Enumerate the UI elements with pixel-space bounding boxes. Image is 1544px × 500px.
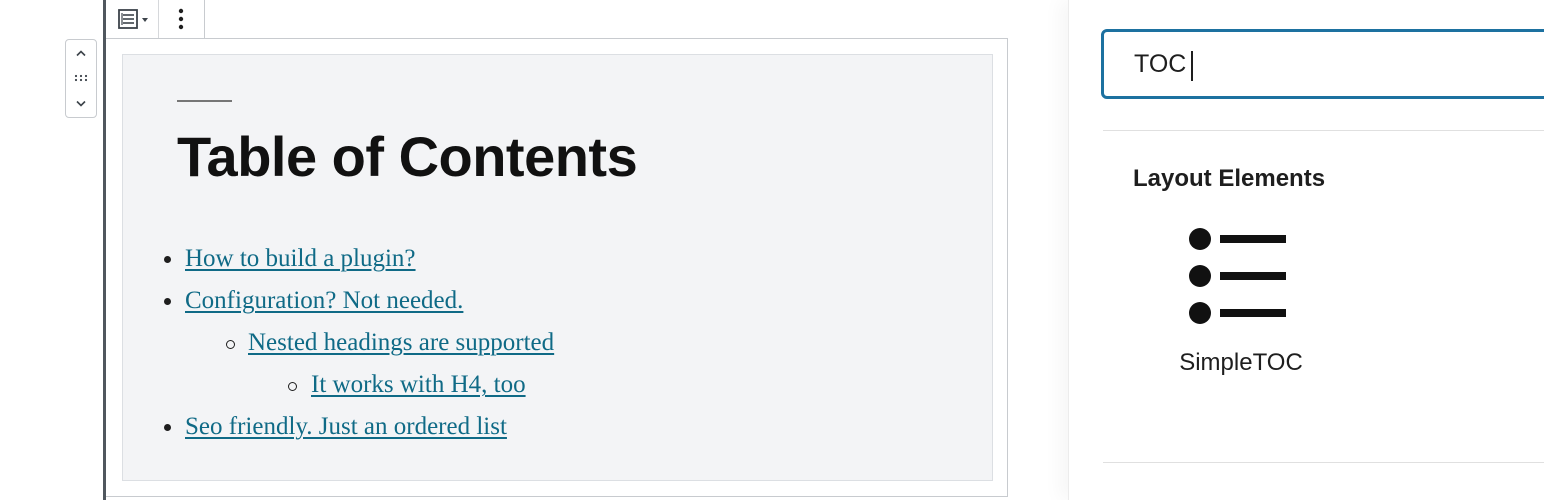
toc-list-item: Seo friendly. Just an ordered list	[164, 412, 507, 442]
block-inserter-panel: Layout Elements SimpleTOC	[1068, 0, 1544, 500]
chevron-down-icon	[76, 100, 86, 107]
toc-link[interactable]: Seo friendly. Just an ordered list	[185, 413, 507, 440]
block-search-input[interactable]	[1134, 44, 1434, 84]
table-of-contents-icon	[118, 9, 148, 29]
toc-link[interactable]: It works with H4, too	[311, 371, 526, 398]
block-search-box[interactable]	[1101, 29, 1544, 99]
block-toolbar	[106, 0, 205, 39]
block-item-simpletoc[interactable]: SimpleTOC	[1163, 212, 1323, 392]
block-item-label: SimpleTOC	[1179, 349, 1303, 376]
move-up-button[interactable]	[66, 42, 96, 64]
page-title: Table of Contents	[177, 125, 638, 188]
circle-bullet-icon	[226, 340, 235, 349]
block-mover	[65, 39, 97, 118]
toc-link[interactable]: Nested headings are supported	[248, 329, 554, 356]
circle-bullet-icon	[288, 382, 297, 391]
title-separator	[177, 100, 232, 102]
drag-handle[interactable]	[66, 67, 96, 89]
list-bullet-icon	[1189, 228, 1286, 324]
vertical-ellipsis-icon	[178, 8, 184, 30]
disc-bullet-icon	[164, 256, 171, 263]
toc-list-item: It works with H4, too	[288, 370, 526, 400]
divider	[1103, 462, 1544, 463]
toc-list-item: Configuration? Not needed.	[164, 286, 463, 316]
toc-block[interactable]: Table of Contents How to build a plugin?…	[106, 38, 1008, 497]
move-down-button[interactable]	[66, 93, 96, 115]
divider	[1103, 130, 1544, 131]
toc-block-content: Table of Contents How to build a plugin?…	[122, 54, 993, 481]
toc-link[interactable]: Configuration? Not needed.	[185, 287, 463, 314]
drag-handle-icon	[74, 74, 88, 82]
toolbar-separator	[158, 0, 159, 39]
category-title: Layout Elements	[1133, 165, 1326, 192]
chevron-up-icon	[76, 50, 86, 57]
text-caret	[1191, 51, 1193, 81]
more-options-button[interactable]	[166, 6, 196, 32]
disc-bullet-icon	[164, 298, 171, 305]
toc-link[interactable]: How to build a plugin?	[185, 245, 416, 272]
toc-list-item: How to build a plugin?	[164, 244, 416, 274]
disc-bullet-icon	[164, 424, 171, 431]
toc-list-item: Nested headings are supported	[226, 328, 554, 358]
block-type-switcher[interactable]	[114, 6, 154, 32]
